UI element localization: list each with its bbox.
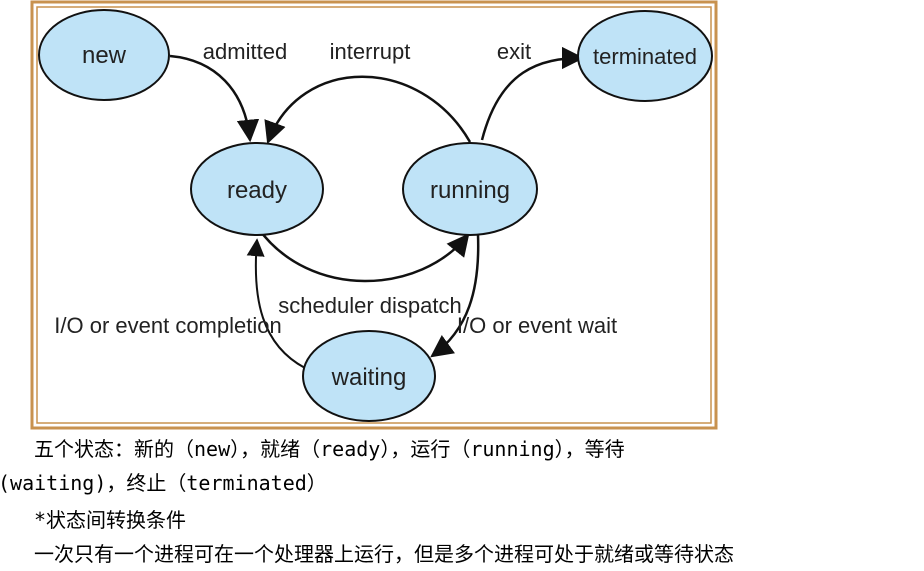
edge-label-interrupt: interrupt bbox=[330, 39, 411, 64]
state-waiting: waiting bbox=[302, 330, 436, 422]
state-ready: ready bbox=[190, 142, 324, 236]
caption-line-states: 五个状态：新的（new），就绪（ready），运行（running），等待 bbox=[34, 437, 625, 461]
edge-label-exit: exit bbox=[497, 39, 531, 64]
state-new: new bbox=[38, 9, 170, 101]
edge-label-io-event-completion: I/O or event completion bbox=[54, 313, 281, 338]
caption-line-processor-note: 一次只有一个进程可在一个处理器上运行，但是多个进程可处于就绪或等待状态 bbox=[34, 542, 734, 566]
caption-line-transition-conditions: *状态间转换条件 bbox=[34, 508, 187, 532]
state-running-label: running bbox=[430, 177, 510, 204]
caption-line-states-cont: (waiting)，终止（terminated） bbox=[0, 471, 327, 495]
edge-scheduler-dispatch bbox=[256, 227, 470, 283]
state-new-label: new bbox=[82, 42, 127, 69]
edge-exit bbox=[480, 46, 585, 141]
edge-label-admitted: admitted bbox=[203, 39, 287, 64]
edge-admitted bbox=[169, 54, 260, 143]
edge-label-scheduler-dispatch: scheduler dispatch bbox=[278, 293, 461, 318]
edge-label-io-event-wait: I/O or event wait bbox=[457, 313, 617, 338]
state-ready-label: ready bbox=[227, 177, 287, 204]
state-waiting-label: waiting bbox=[331, 364, 407, 391]
state-terminated-label: terminated bbox=[593, 44, 697, 69]
state-running: running bbox=[402, 142, 538, 236]
edge-interrupt bbox=[264, 75, 472, 145]
state-terminated: terminated bbox=[577, 10, 713, 102]
